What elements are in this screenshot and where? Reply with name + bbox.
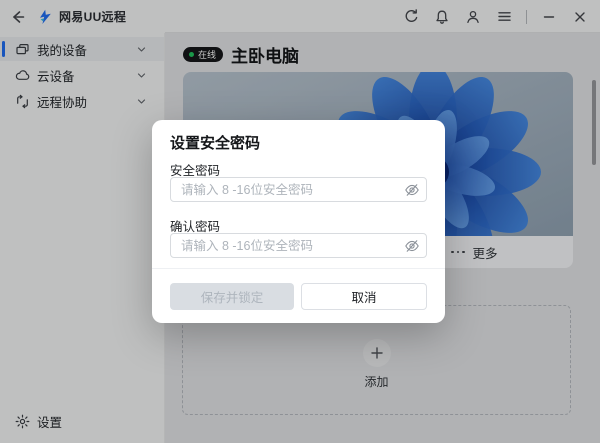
eye-off-icon[interactable] — [398, 178, 426, 201]
confirm-password-input[interactable] — [171, 234, 398, 257]
app-window: 网易UU远程 — [0, 0, 600, 443]
confirm-password-field-wrap — [170, 233, 427, 258]
password-input[interactable] — [171, 178, 398, 201]
eye-off-icon[interactable] — [398, 234, 426, 257]
dialog-title: 设置安全密码 — [170, 132, 260, 153]
dialog-footer: 保存并锁定 取消 — [152, 268, 445, 323]
cancel-button[interactable]: 取消 — [301, 283, 427, 310]
set-password-dialog: 设置安全密码 安全密码 确认密码 保存并锁定 取消 — [152, 120, 445, 323]
password-field-wrap — [170, 177, 427, 202]
save-button[interactable]: 保存并锁定 — [170, 283, 294, 310]
